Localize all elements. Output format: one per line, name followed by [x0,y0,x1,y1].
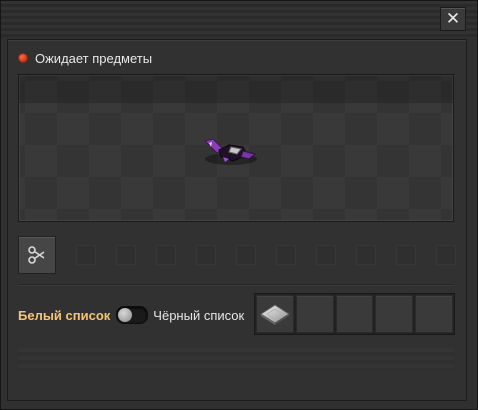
filter-icon [28,246,45,264]
ghost-slot [436,245,456,265]
ghost-slot [356,245,376,265]
filter-slot[interactable] [295,295,334,333]
filter-slots [254,293,455,335]
status-text: Ожидает предметы [35,50,153,66]
concrete-plate-icon [259,304,290,325]
title-bar[interactable] [1,1,477,37]
entity-preview[interactable] [18,74,454,222]
ghost-slot [316,245,336,265]
filter-inserter-icon [204,138,257,165]
inserter-window: ✕ Ожидает предметы Белый список Чёрный с… [0,0,478,410]
status-line: Ожидает предметы [15,49,152,67]
filter-slot[interactable] [415,295,453,333]
toggle-knob [118,308,133,322]
close-button[interactable]: ✕ [440,7,466,31]
filter-slot[interactable] [335,295,374,333]
ghost-slot [396,245,416,265]
ghost-slot [276,245,296,265]
filter-slot[interactable] [256,295,294,333]
filter-slot[interactable] [375,295,414,333]
ghost-slot [236,245,256,265]
whitelist-toggle[interactable] [116,306,149,324]
ghost-slot [76,245,96,265]
whitelist-label[interactable]: Белый список [18,308,110,323]
ghost-slot [196,245,216,265]
filter-mode-row [18,236,456,274]
blacklist-label[interactable]: Чёрный список [153,308,244,323]
preview-shade [19,75,453,103]
ghost-slot [116,245,136,265]
divider [18,284,454,286]
whitelist-blacklist-switch: Белый список Чёрный список [18,305,244,325]
ghost-slot [156,245,176,265]
filter-mode-button[interactable] [18,236,56,274]
status-indicator-icon [19,54,27,62]
bottom-strip [18,348,454,372]
